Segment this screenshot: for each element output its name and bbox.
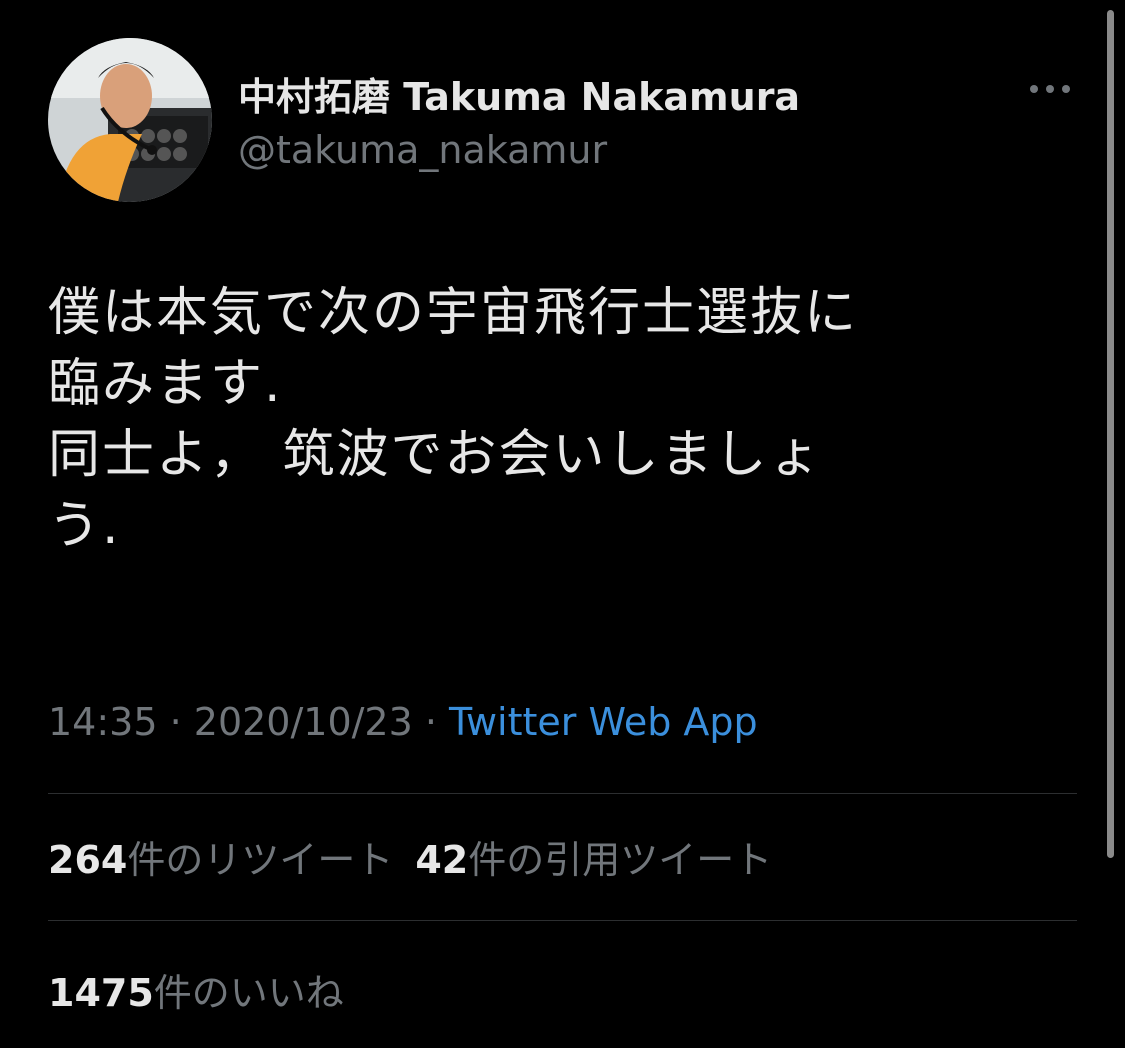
likes-stat[interactable]: 1475件のいいね bbox=[48, 962, 344, 1017]
retweets-count: 264 bbox=[48, 838, 128, 882]
quotes-label: 件の引用ツイート bbox=[468, 838, 773, 882]
more-options-button[interactable] bbox=[1024, 74, 1076, 104]
likes-count: 1475 bbox=[48, 971, 154, 1015]
likes-label: 件のいいね bbox=[153, 971, 344, 1015]
retweets-label: 件のリツイート bbox=[127, 838, 394, 882]
author-handle[interactable]: @takuma_nakamur bbox=[238, 128, 607, 172]
meta-separator: · bbox=[412, 700, 450, 744]
quotes-count: 42 bbox=[415, 838, 469, 882]
tweet-time[interactable]: 14:35 bbox=[48, 700, 158, 744]
ellipsis-icon bbox=[1030, 85, 1070, 93]
tweet-detail: 中村拓磨 Takuma Nakamura @takuma_nakamur 僕は本… bbox=[0, 0, 1125, 1048]
divider bbox=[48, 793, 1077, 794]
tweet-source-link[interactable]: Twitter Web App bbox=[449, 700, 758, 744]
avatar[interactable] bbox=[48, 38, 212, 202]
tweet-date[interactable]: 2020/10/23 bbox=[194, 700, 413, 744]
tweet-meta: 14:35 · 2020/10/23 · Twitter Web App bbox=[48, 700, 758, 744]
tweet-stats: 264件のリツイート 42件の引用ツイート bbox=[48, 829, 794, 884]
author-display-name[interactable]: 中村拓磨 Takuma Nakamura bbox=[238, 66, 800, 121]
pilot-photo-icon bbox=[48, 38, 212, 202]
quotes-stat[interactable]: 42件の引用ツイート bbox=[415, 838, 772, 882]
divider bbox=[48, 920, 1077, 921]
tweet-text: 僕は本気で次の宇宙飛行士選抜に 臨みます. 同士よ， 筑波でお会いしましょ う. bbox=[48, 283, 859, 556]
retweets-stat[interactable]: 264件のリツイート bbox=[48, 838, 393, 882]
meta-separator: · bbox=[157, 700, 194, 744]
scrollbar[interactable] bbox=[1107, 10, 1114, 858]
